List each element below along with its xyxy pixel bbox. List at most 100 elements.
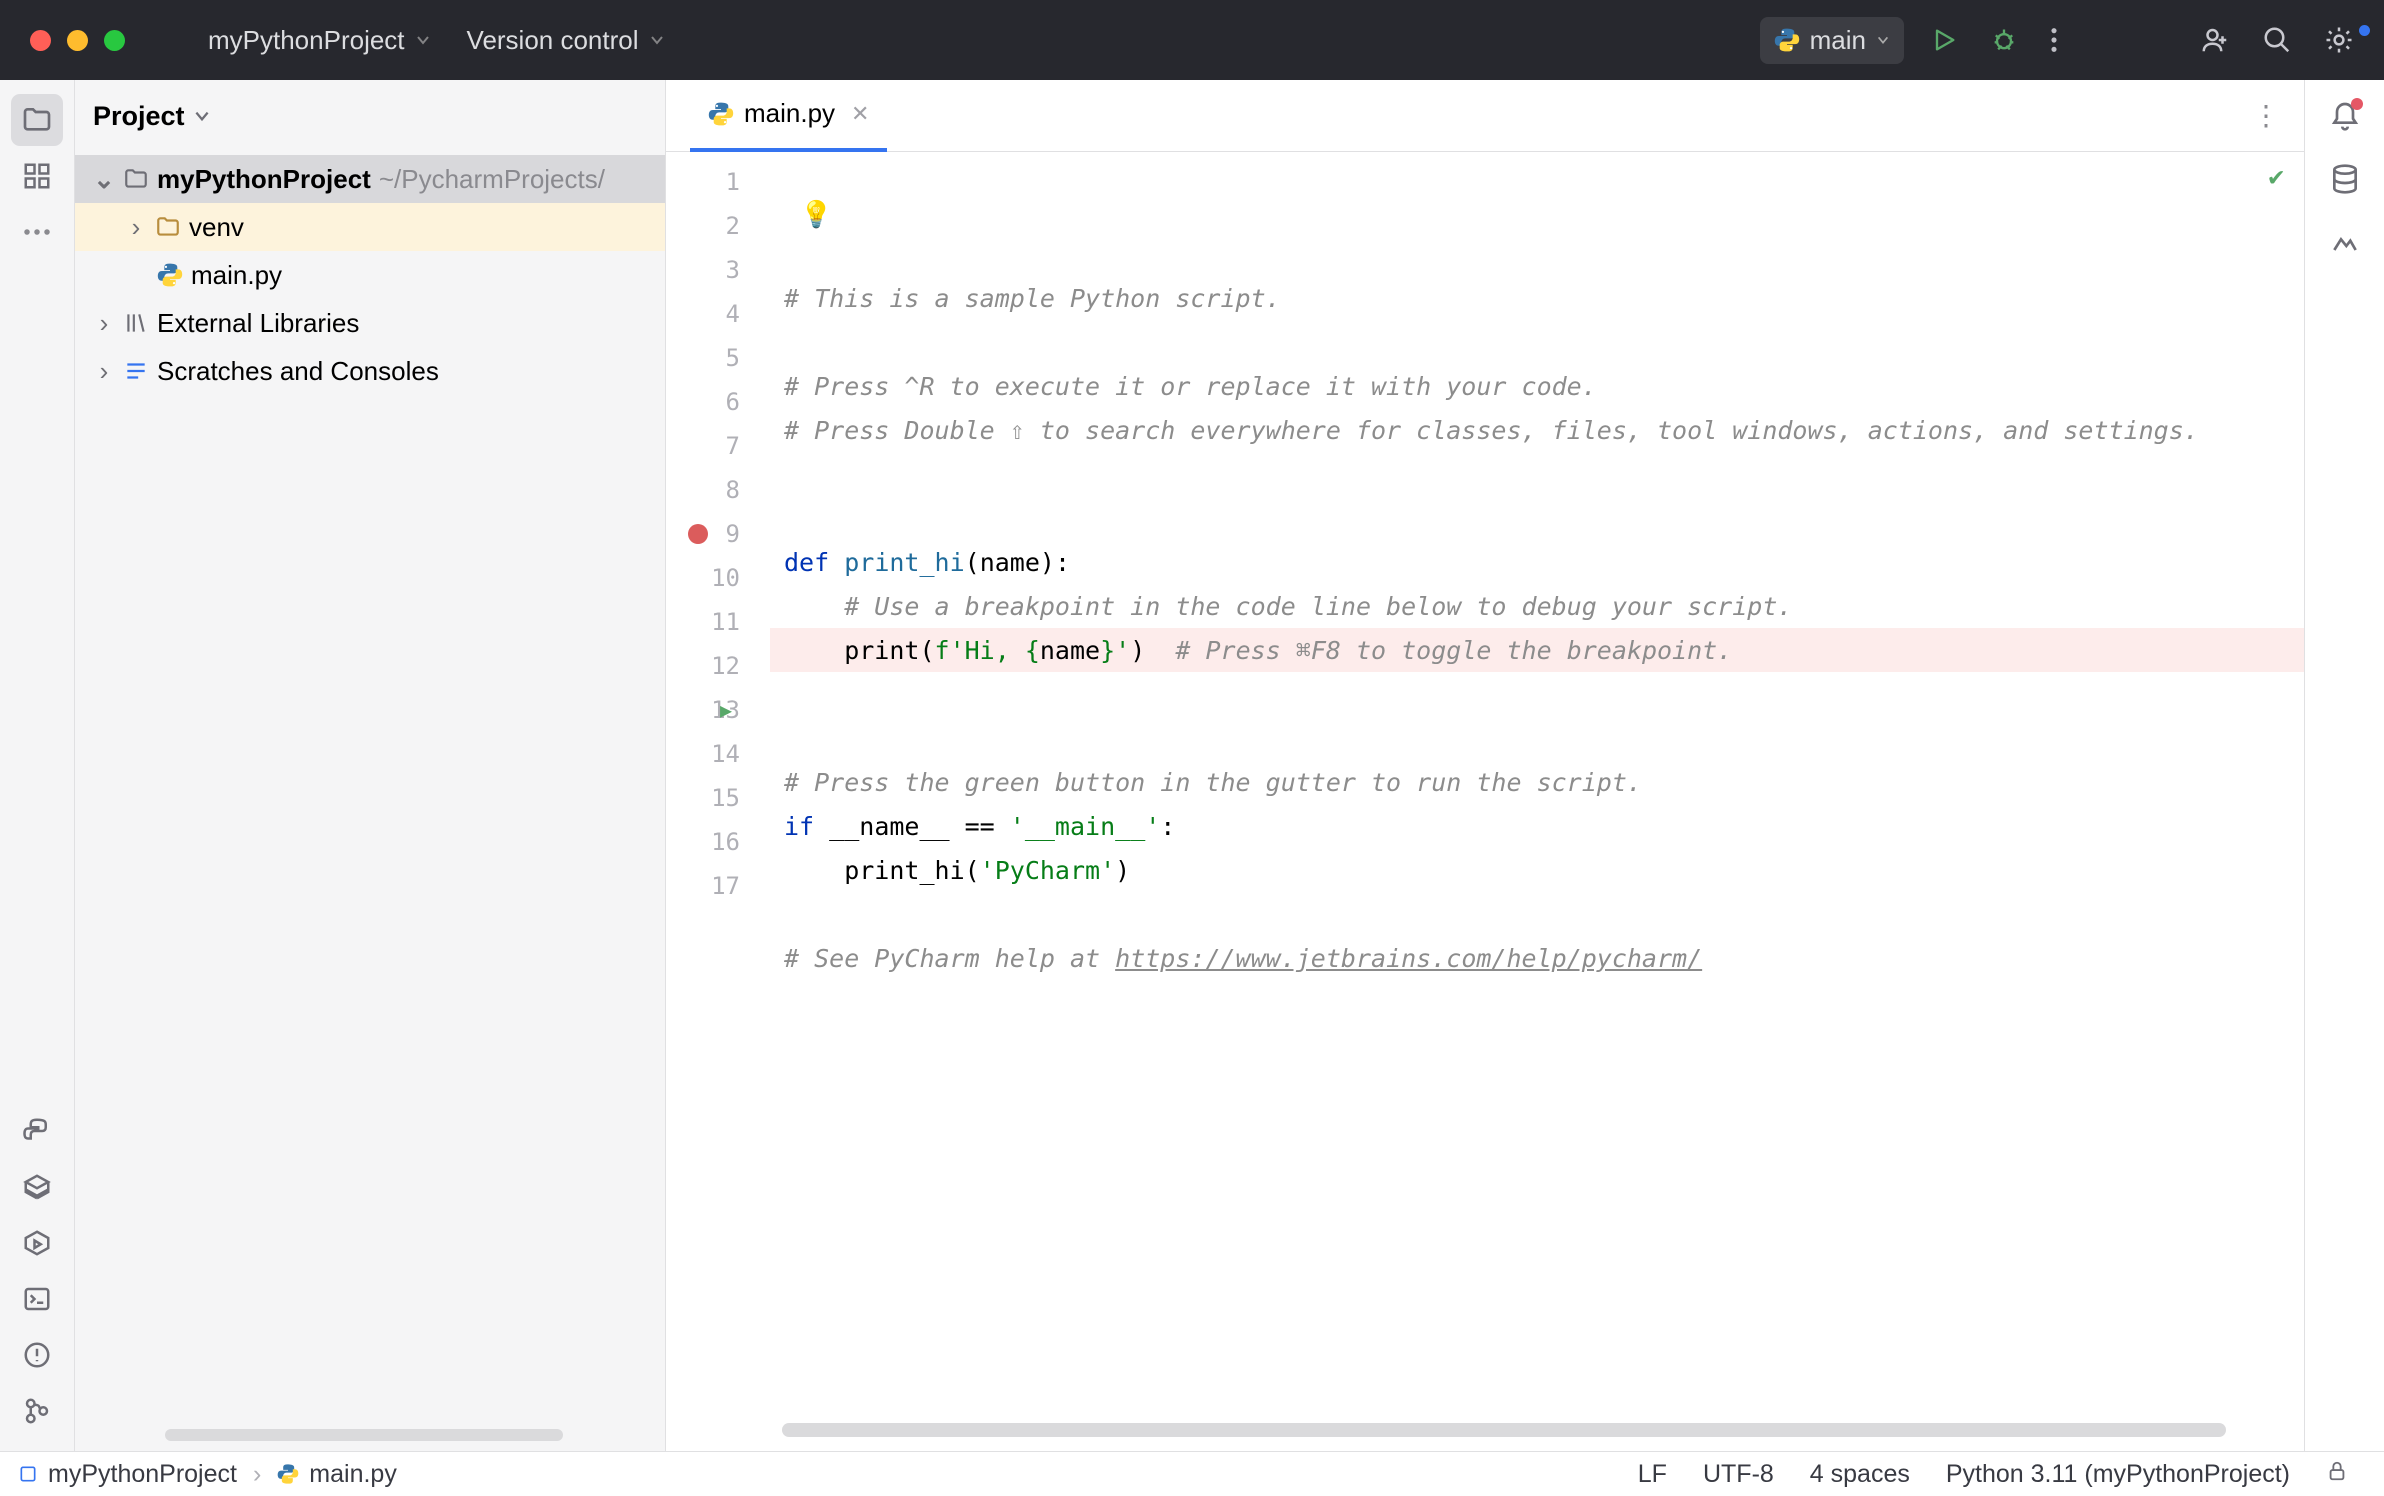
chevron-right-icon[interactable]: ›: [93, 308, 115, 339]
gutter-line[interactable]: 1: [666, 160, 770, 204]
tree-scratches[interactable]: › Scratches and Consoles: [75, 347, 665, 395]
code-line[interactable]: [770, 496, 2304, 540]
gutter-line[interactable]: 11: [666, 600, 770, 644]
code-line[interactable]: # Press ^R to execute it or replace it w…: [770, 364, 2304, 408]
editor-scrollbar[interactable]: [782, 1423, 2226, 1437]
python-icon: [708, 101, 734, 127]
run-button[interactable]: [1914, 26, 1974, 54]
gutter-line[interactable]: 17: [666, 864, 770, 908]
structure-tool-button[interactable]: [11, 150, 63, 202]
encoding-widget[interactable]: UTF-8: [1685, 1460, 1792, 1489]
project-scrollbar[interactable]: [165, 1429, 563, 1441]
code-line[interactable]: if __name__ == '__main__':: [770, 804, 2304, 848]
folder-icon: [155, 214, 181, 240]
chevron-down-icon: [1876, 33, 1890, 47]
code-line[interactable]: [770, 892, 2304, 936]
indent-widget[interactable]: 4 spaces: [1792, 1460, 1928, 1489]
code-line[interactable]: # This is a sample Python script.: [770, 276, 2304, 320]
right-toolbar: [2304, 80, 2384, 1451]
gutter-line[interactable]: 2: [666, 204, 770, 248]
tree-venv[interactable]: › venv: [75, 203, 665, 251]
gutter-line[interactable]: 15: [666, 776, 770, 820]
project-panel-header[interactable]: Project: [75, 80, 665, 152]
project-tree: ⌄ myPythonProject ~/PycharmProjects/ › v…: [75, 152, 665, 395]
gutter-line[interactable]: 10: [666, 556, 770, 600]
more-actions-button[interactable]: [2034, 26, 2074, 54]
module-icon: [18, 1464, 38, 1484]
minimize-window-icon[interactable]: [67, 30, 88, 51]
gutter[interactable]: 12345678910111213▶14151617: [666, 152, 770, 1451]
breakpoint-icon[interactable]: [688, 524, 708, 544]
tree-external-libraries[interactable]: › External Libraries: [75, 299, 665, 347]
code-line[interactable]: [770, 716, 2304, 760]
gutter-line[interactable]: 14: [666, 732, 770, 776]
project-tool-button[interactable]: [11, 94, 63, 146]
python-console-button[interactable]: [11, 1105, 63, 1157]
code-line[interactable]: [770, 980, 2304, 1024]
close-tab-icon[interactable]: ✕: [851, 101, 869, 127]
notifications-button[interactable]: [2329, 100, 2361, 137]
statusbar: myPythonProject › main.py LF UTF-8 4 spa…: [0, 1451, 2384, 1496]
more-tools-button[interactable]: [11, 206, 63, 258]
gutter-line[interactable]: 5: [666, 336, 770, 380]
breadcrumb[interactable]: myPythonProject › main.py: [18, 1460, 397, 1489]
interpreter-widget[interactable]: Python 3.11 (myPythonProject): [1928, 1460, 2308, 1489]
run-configuration[interactable]: main: [1760, 17, 1904, 64]
debug-button[interactable]: [1974, 26, 2034, 54]
code-line[interactable]: # Press the green button in the gutter t…: [770, 760, 2304, 804]
project-selector[interactable]: myPythonProject: [190, 25, 449, 56]
gutter-line[interactable]: 3: [666, 248, 770, 292]
close-window-icon[interactable]: [30, 30, 51, 51]
code-line[interactable]: [770, 320, 2304, 364]
code-line[interactable]: # Use a breakpoint in the code line belo…: [770, 584, 2304, 628]
gutter-line[interactable]: 13▶: [666, 688, 770, 732]
code-line[interactable]: def print_hi(name):: [770, 540, 2304, 584]
code-line[interactable]: # Press Double ⇧ to search everywhere fo…: [770, 408, 2304, 452]
run-gutter-icon[interactable]: ▶: [720, 698, 732, 722]
code-line[interactable]: [770, 672, 2304, 716]
services-button[interactable]: [11, 1217, 63, 1269]
gutter-line[interactable]: 12: [666, 644, 770, 688]
chevron-right-icon[interactable]: ›: [125, 212, 147, 243]
gutter-line[interactable]: 8: [666, 468, 770, 512]
gutter-line[interactable]: 4: [666, 292, 770, 336]
chevron-down-icon: [193, 107, 211, 125]
gutter-line[interactable]: 6: [666, 380, 770, 424]
run-config-label: main: [1810, 25, 1866, 56]
gutter-line[interactable]: 7: [666, 424, 770, 468]
problems-button[interactable]: [11, 1329, 63, 1381]
titlebar: myPythonProject Version control main: [0, 0, 2384, 80]
zoom-window-icon[interactable]: [104, 30, 125, 51]
gutter-line[interactable]: 16: [666, 820, 770, 864]
code-line[interactable]: [770, 452, 2304, 496]
python-packages-button[interactable]: [11, 1161, 63, 1213]
code-line[interactable]: print_hi('PyCharm'): [770, 848, 2304, 892]
settings-button[interactable]: [2308, 25, 2370, 55]
terminal-button[interactable]: [11, 1273, 63, 1325]
left-toolbar: [0, 80, 75, 1451]
tree-root[interactable]: ⌄ myPythonProject ~/PycharmProjects/: [75, 155, 665, 203]
database-tool-button[interactable]: [2329, 163, 2361, 200]
gutter-line[interactable]: 9: [666, 512, 770, 556]
code-line[interactable]: print(f'Hi, {name}') # Press ⌘F8 to togg…: [770, 628, 2304, 672]
tab-main-py[interactable]: main.py ✕: [690, 80, 887, 152]
tab-more-button[interactable]: ⋮: [2252, 99, 2280, 132]
code-line[interactable]: # See PyCharm help at https://www.jetbra…: [770, 936, 2304, 980]
python-icon: [1774, 27, 1800, 53]
window-controls[interactable]: [30, 30, 125, 51]
vcs-menu[interactable]: Version control: [449, 25, 683, 56]
chevron-right-icon[interactable]: ›: [93, 356, 115, 387]
tree-scratches-label: Scratches and Consoles: [157, 356, 439, 387]
vcs-tool-button[interactable]: [11, 1385, 63, 1437]
readonly-lock-icon[interactable]: [2308, 1460, 2366, 1489]
search-button[interactable]: [2246, 25, 2308, 55]
intention-bulb-icon[interactable]: 💡: [800, 200, 832, 230]
sciview-tool-button[interactable]: [2329, 226, 2361, 263]
line-separator-widget[interactable]: LF: [1620, 1460, 1685, 1489]
code-editor[interactable]: 💡 ✔ # This is a sample Python script.# P…: [770, 152, 2304, 1451]
code-with-me-button[interactable]: [2184, 25, 2246, 55]
chevron-down-icon[interactable]: ⌄: [93, 164, 115, 195]
folder-icon: [123, 166, 149, 192]
tree-file-main[interactable]: main.py: [75, 251, 665, 299]
crumb-file: main.py: [309, 1460, 397, 1489]
